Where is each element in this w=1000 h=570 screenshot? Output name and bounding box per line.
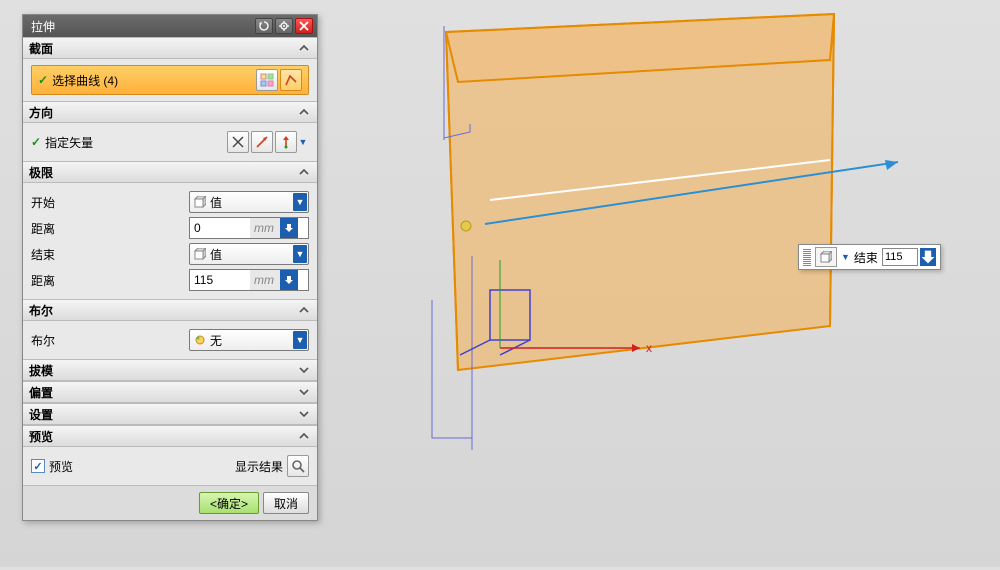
section-head-profile[interactable]: 截面 [23, 37, 317, 59]
none-icon [194, 334, 206, 346]
section-head-draft[interactable]: 拔模 [23, 359, 317, 381]
start-type-combo[interactable]: 值 ▼ [189, 191, 309, 213]
extrude-dialog: 拉伸 截面 ✓ 选择曲线 (4) 方向 ✓ 指定矢量 ▼ 极限 [22, 14, 318, 521]
chevron-up-icon [297, 429, 311, 443]
dialog-footer: <确定> 取消 [23, 485, 317, 520]
dialog-title: 拉伸 [31, 18, 253, 35]
start-label: 开始 [31, 194, 189, 211]
show-result-button[interactable] [287, 455, 309, 477]
reset-button[interactable] [255, 18, 273, 34]
spin-button[interactable] [280, 218, 298, 238]
sketch-section-button[interactable] [256, 69, 278, 91]
viewport-3d[interactable]: x [340, 0, 1000, 567]
titlebar[interactable]: 拉伸 [23, 15, 317, 37]
inferred-vector-button[interactable] [275, 131, 297, 153]
select-curve-label: 选择曲线 (4) [52, 72, 254, 89]
ok-button[interactable]: <确定> [199, 492, 259, 514]
boolean-combo[interactable]: 无 ▼ [189, 329, 309, 351]
check-icon: ✓ [31, 135, 41, 149]
floating-end-input[interactable]: ▼ 结束 [798, 244, 941, 270]
end-distance-input[interactable]: mm [189, 269, 309, 291]
cube-icon [194, 248, 206, 260]
section-head-limits[interactable]: 极限 [23, 161, 317, 183]
svg-text:x: x [646, 341, 652, 355]
chevron-down-icon [297, 385, 311, 399]
start-distance-label: 距离 [31, 220, 189, 237]
spin-button[interactable] [280, 270, 298, 290]
chevron-down-icon [297, 363, 311, 377]
chevron-up-icon [297, 303, 311, 317]
vector-menu-dropdown[interactable]: ▼ [297, 137, 309, 147]
limit-type-icon[interactable] [815, 247, 837, 267]
chevron-down-icon [297, 407, 311, 421]
dropdown-arrow-icon: ▼ [293, 245, 307, 263]
section-head-boolean[interactable]: 布尔 [23, 299, 317, 321]
floating-spin[interactable] [920, 248, 936, 266]
boolean-field-label: 布尔 [31, 332, 189, 349]
check-icon: ✓ [38, 73, 48, 87]
preview-checkbox[interactable] [31, 459, 45, 473]
start-distance-input[interactable]: mm [189, 217, 309, 239]
close-button[interactable] [295, 18, 313, 34]
floating-value-input[interactable] [882, 248, 918, 266]
reverse-direction-button[interactable] [227, 131, 249, 153]
floating-label: 结束 [854, 249, 878, 266]
end-type-combo[interactable]: 值 ▼ [189, 243, 309, 265]
end-label: 结束 [31, 246, 189, 263]
section-head-settings[interactable]: 设置 [23, 403, 317, 425]
dropdown-arrow-icon: ▼ [293, 193, 307, 211]
chevron-up-icon [297, 41, 311, 55]
section-head-direction[interactable]: 方向 [23, 101, 317, 123]
show-result-label: 显示结果 [235, 458, 283, 475]
cube-icon [194, 196, 206, 208]
chevron-up-icon [297, 105, 311, 119]
settings-button[interactable] [275, 18, 293, 34]
dropdown-arrow-icon: ▼ [293, 331, 307, 349]
preview-checkbox-label: 预览 [49, 458, 235, 475]
vector-constructor-button[interactable] [251, 131, 273, 153]
chevron-up-icon [297, 165, 311, 179]
grip-icon [803, 248, 811, 266]
cancel-button[interactable]: 取消 [263, 492, 309, 514]
end-distance-label: 距离 [31, 272, 189, 289]
curve-rule-button[interactable] [280, 69, 302, 91]
section-head-offset[interactable]: 偏置 [23, 381, 317, 403]
specify-vector-label: 指定矢量 [45, 134, 225, 151]
select-curve-row[interactable]: ✓ 选择曲线 (4) [31, 65, 309, 95]
section-head-preview[interactable]: 预览 [23, 425, 317, 447]
